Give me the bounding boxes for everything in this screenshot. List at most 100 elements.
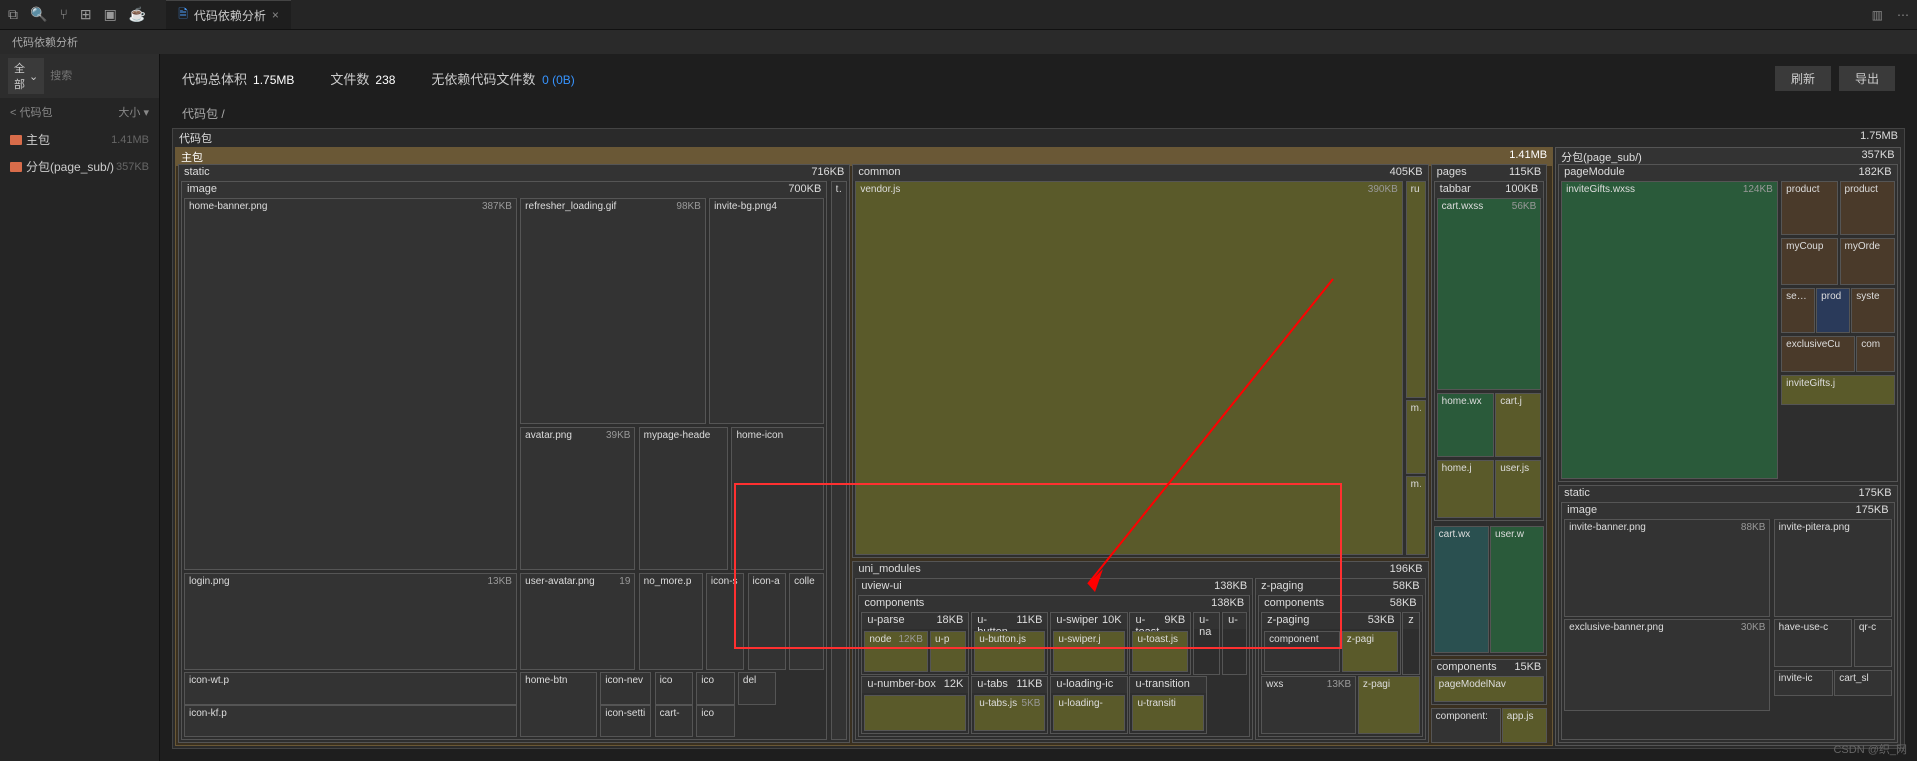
block-static[interactable]: static716KB image700KB home-banner.png38… — [178, 164, 850, 743]
cell-u-na[interactable]: u-na — [1193, 612, 1220, 676]
cell-user-avatar[interactable]: user-avatar.png19 — [520, 573, 635, 670]
cell-u-number[interactable]: u-number-box12K — [861, 676, 969, 734]
cell-icon-s[interactable]: icon-s — [706, 573, 744, 670]
cell-icon-kf[interactable]: icon-kf.p — [184, 705, 517, 737]
cell-u-button[interactable]: u-button11KBu-button.js — [971, 612, 1048, 676]
block-image[interactable]: image700KB home-banner.png387KB refreshe… — [181, 181, 827, 740]
close-icon[interactable]: × — [272, 8, 279, 22]
cell-u-toast-js[interactable]: u-toast.js — [1132, 631, 1188, 673]
cell-mypage[interactable]: mypage-heade — [639, 427, 729, 570]
cell-u-transition2[interactable]: u-transiti — [1132, 695, 1203, 731]
cell-invite-ic[interactable]: invite-ic — [1774, 670, 1833, 696]
block-pagemodule[interactable]: pageModule182KB inviteGifts.wxss124KB pr… — [1558, 164, 1897, 482]
cell-z-pagi[interactable]: z-pagi — [1342, 631, 1398, 673]
split-icon[interactable]: ▥ — [1872, 8, 1883, 22]
head-name[interactable]: < 代码包 — [10, 104, 52, 120]
cell-collec[interactable]: colle — [789, 573, 824, 670]
cell-icon-nev[interactable]: icon-nev — [600, 672, 651, 704]
search-icon[interactable]: 🔍 — [30, 6, 47, 23]
nodep-val[interactable]: 0 (0B) — [542, 73, 575, 87]
cell-u-button-js[interactable]: u-button.js — [974, 631, 1045, 673]
block-uni-modules[interactable]: uni_modules196KB uview-ui138KB component… — [852, 561, 1428, 743]
export-button[interactable]: 导出 — [1839, 66, 1895, 91]
cell-z-paging2[interactable]: z-paging53KB component z-pagi — [1261, 612, 1400, 676]
cell-u-transition[interactable]: u-transitionu-transiti — [1129, 676, 1206, 734]
cell-cart-wxss[interactable]: cart.wxss56KB — [1437, 198, 1542, 390]
cell-login[interactable]: login.png13KB — [184, 573, 517, 670]
cell-u-swiper[interactable]: u-swiper10Ku-swiper.j — [1050, 612, 1127, 676]
cell-cart-ico[interactable]: cart- — [655, 705, 693, 737]
cell-avatar[interactable]: avatar.png39KB — [520, 427, 635, 570]
cell-home-icon[interactable]: home-icon — [731, 427, 824, 570]
cell-have-use[interactable]: have-use-c — [1774, 619, 1853, 667]
cell-u-p[interactable]: u-p — [930, 631, 966, 673]
cell-del[interactable]: del — [738, 672, 776, 704]
cell-u-swiper-js[interactable]: u-swiper.j — [1053, 631, 1124, 673]
cell-ico2[interactable]: ico — [696, 672, 734, 704]
cell-u-tabs-js[interactable]: u-tabs.js5KB — [974, 695, 1045, 731]
block-uview[interactable]: uview-ui138KB components138KB u-parse18K… — [855, 578, 1253, 740]
refresh-button[interactable]: 刷新 — [1775, 66, 1831, 91]
cell-vendor[interactable]: vendor.js390KB — [855, 181, 1402, 555]
cell-components3[interactable]: component: — [1431, 708, 1501, 743]
extensions-icon[interactable]: ⊞ — [80, 6, 92, 23]
cell-myorde[interactable]: myOrde — [1840, 238, 1895, 286]
block-sub-static[interactable]: static175KB image175KB invite-banner.png… — [1558, 485, 1897, 743]
block-tabbar[interactable]: tabbar100KB cart.wxss56KB home.wx cart.j… — [1434, 181, 1545, 521]
cell-home-banner[interactable]: home-banner.png387KB — [184, 198, 517, 570]
cell-icon-wt[interactable]: icon-wt.p — [184, 672, 517, 704]
cell-ru[interactable]: ru — [1406, 181, 1426, 398]
cell-z[interactable]: z — [1402, 612, 1419, 676]
treemap-root-header[interactable]: 代码包 1.75MB — [173, 129, 1904, 147]
cell-u-loading[interactable]: u-loading-icu-loading- — [1050, 676, 1127, 734]
cell-exclusive-banner[interactable]: exclusive-banner.png30KB — [1564, 619, 1770, 710]
cell-z-pagi2[interactable]: z-pagi — [1358, 676, 1420, 734]
block-subpack[interactable]: 分包(page_sub/)357KB pageModule182KB invit… — [1555, 147, 1900, 746]
breadcrumb[interactable]: 代码包 / — [172, 103, 1905, 128]
cell-ico3[interactable]: ico — [696, 705, 734, 737]
cell-cart-j[interactable]: cart.j — [1495, 393, 1541, 457]
head-size[interactable]: 大小 ▾ — [118, 104, 149, 120]
cell-u-parse[interactable]: u-parse18KB node12KB u-p — [861, 612, 969, 676]
block-z-comp[interactable]: components58KB z-paging53KB component z-… — [1258, 595, 1422, 737]
cell-invite-pitera[interactable]: invite-pitera.png — [1774, 519, 1892, 617]
block-z-paging[interactable]: z-paging58KB components58KB z-paging53KB — [1255, 578, 1425, 740]
cup-icon[interactable]: ☕ — [129, 6, 146, 23]
cell-u-toast[interactable]: u-toast9KBu-toast.js — [1129, 612, 1191, 676]
cell-z-component[interactable]: component — [1264, 631, 1340, 673]
branch-icon[interactable]: ⑂ — [59, 6, 67, 23]
cell-node[interactable]: node12KB — [864, 631, 928, 673]
cell-no-more[interactable]: no_more.p — [639, 573, 703, 670]
cell-app-js[interactable]: app.js — [1502, 708, 1547, 743]
block-uv-comp[interactable]: components138KB u-parse18KB node12KB u-p — [858, 595, 1250, 737]
cell-com[interactable]: com — [1856, 336, 1894, 372]
cell-cart-sl[interactable]: cart_sl — [1834, 670, 1891, 696]
cell-user-w[interactable]: user.w — [1490, 526, 1544, 653]
cell-ico1[interactable]: ico — [655, 672, 693, 704]
sidebar-item-sub[interactable]: 分包(page_sub/) 357KB — [0, 153, 159, 180]
save-icon[interactable]: ▣ — [104, 6, 117, 23]
cell-home-btn[interactable]: home-btn — [520, 672, 597, 737]
cell-product2[interactable]: product — [1840, 181, 1895, 235]
block-mainpack[interactable]: 主包1.41MB static716KB image700KB home-ban… — [175, 147, 1553, 746]
block-common[interactable]: common405KB vendor.js390KB ru ma ma — [852, 164, 1428, 558]
cell-cart-wx2[interactable]: cart.wx — [1434, 526, 1489, 653]
filter-dropdown[interactable]: 全部 ⌄ — [8, 58, 44, 94]
block-sub-image[interactable]: image175KB invite-banner.png88KB invite-… — [1561, 502, 1894, 740]
tab-code-analysis[interactable]: 🗎 代码依赖分析 × — [166, 0, 291, 29]
cell-invite-banner[interactable]: invite-banner.png88KB — [1564, 519, 1770, 617]
cell-invitegifts[interactable]: inviteGifts.wxss124KB — [1561, 181, 1778, 479]
more-icon[interactable]: ⋯ — [1897, 8, 1909, 22]
cell-refresher[interactable]: refresher_loading.gif98KB — [520, 198, 706, 424]
cell-wxs[interactable]: wxs13KB — [1261, 676, 1356, 734]
cell-ma1[interactable]: ma — [1406, 400, 1426, 475]
block-pages[interactable]: pages115KB tabbar100KB cart.wxss56KB hom… — [1431, 164, 1548, 656]
cell-syste[interactable]: syste — [1851, 288, 1894, 333]
sidebar-item-main[interactable]: 主包 1.41MB — [0, 126, 159, 153]
cell-home-j[interactable]: home.j — [1437, 460, 1495, 518]
block-components2[interactable]: components15KB pageModelNav — [1431, 659, 1548, 705]
cell-ma2[interactable]: ma — [1406, 476, 1426, 554]
cell-u-dash[interactable]: u- — [1222, 612, 1247, 676]
cell-home-wx[interactable]: home.wx — [1437, 393, 1495, 457]
cell-exclusivec[interactable]: exclusiveCu — [1781, 336, 1854, 372]
